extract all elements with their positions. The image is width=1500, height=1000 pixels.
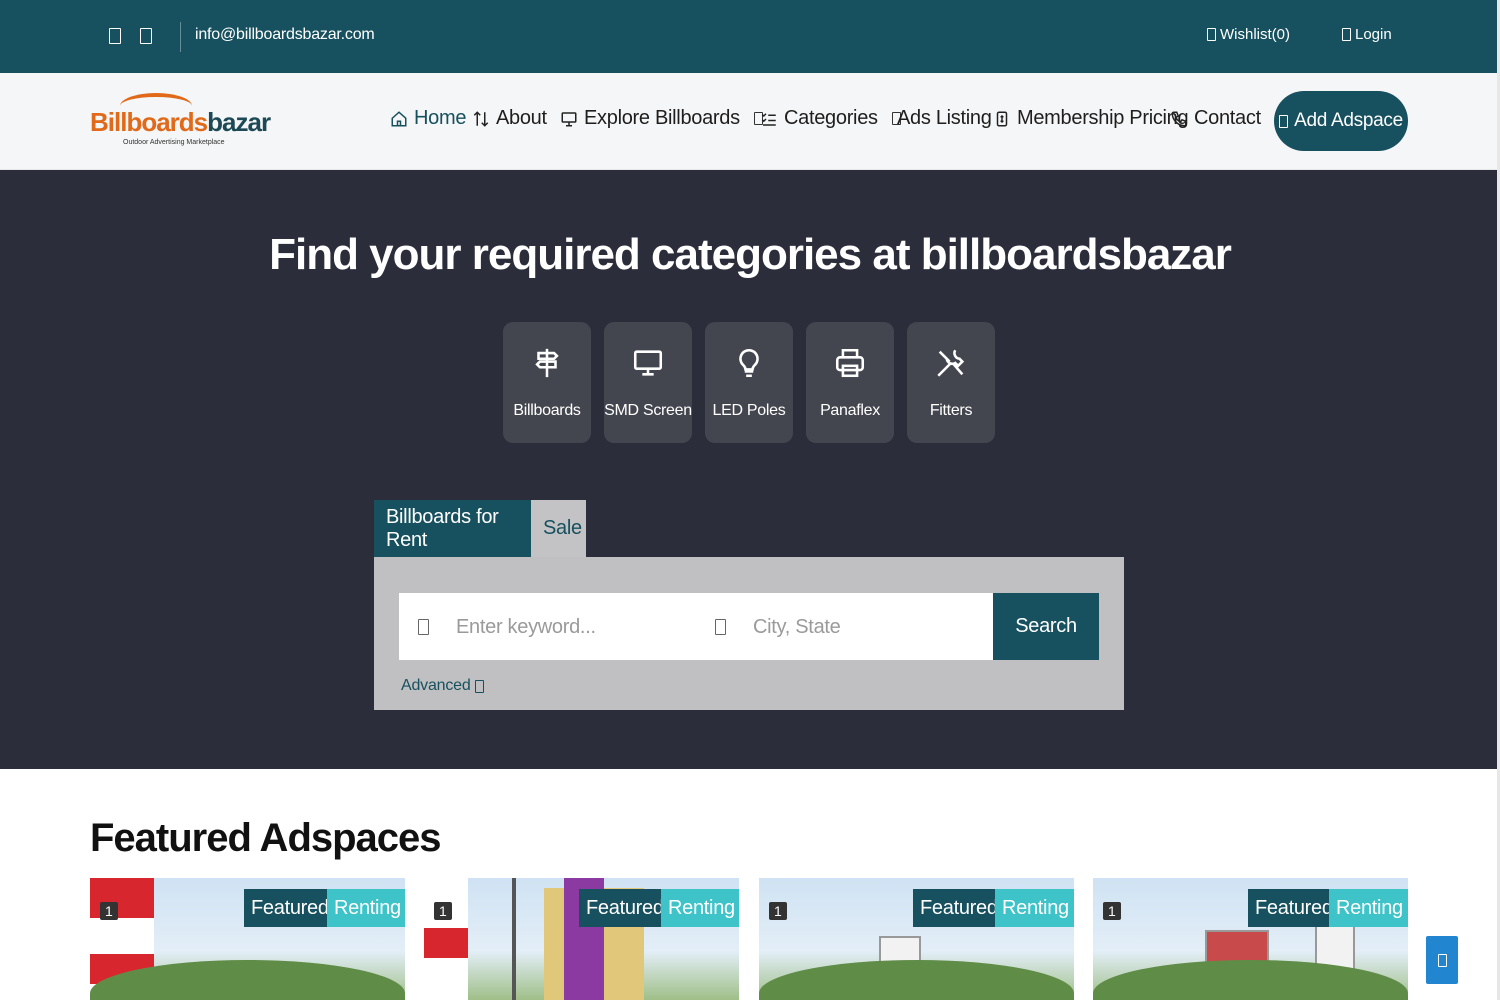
renting-badge: Renting bbox=[661, 889, 739, 927]
nav-home-label: Home bbox=[414, 107, 467, 129]
facebook-icon[interactable] bbox=[109, 28, 121, 44]
bill-icon bbox=[996, 111, 1008, 126]
search-row: Search bbox=[399, 593, 1099, 660]
featured-badge: Featured bbox=[244, 889, 336, 927]
renting-badge: Renting bbox=[327, 889, 405, 927]
search-panel: Search Advanced bbox=[374, 557, 1124, 710]
lightbulb-icon bbox=[739, 348, 759, 378]
instagram-icon[interactable] bbox=[140, 28, 152, 44]
chevron-down-icon bbox=[474, 679, 484, 693]
plus-icon bbox=[1279, 114, 1289, 128]
card-image-pole bbox=[512, 878, 516, 1000]
keyword-input[interactable] bbox=[456, 607, 686, 647]
hero-title: Find your required categories at billboa… bbox=[269, 230, 1232, 279]
monitor-icon bbox=[633, 350, 663, 376]
top-bar: info@billboardsbazar.com Wishlist(0) Log… bbox=[0, 0, 1500, 73]
user-icon bbox=[1342, 28, 1351, 41]
nav-membership-pricing[interactable]: Membership Pricing bbox=[993, 107, 1189, 130]
nav-home[interactable]: Home bbox=[390, 107, 466, 130]
advanced-label: Advanced bbox=[401, 677, 471, 694]
nav-ads-listing[interactable]: Ads Listing bbox=[897, 107, 992, 130]
location-icon bbox=[715, 619, 726, 635]
category-fitters[interactable]: Fitters bbox=[907, 322, 995, 443]
contact-email[interactable]: info@billboardsbazar.com bbox=[195, 26, 375, 44]
nav-categories[interactable]: Categories bbox=[760, 107, 901, 130]
card-image-overlay bbox=[424, 928, 468, 958]
photo-count: 1 bbox=[769, 902, 787, 920]
featured-badge: Featured bbox=[913, 889, 1005, 927]
photo-count: 1 bbox=[1103, 902, 1121, 920]
category-billboards[interactable]: Billboards bbox=[503, 322, 591, 443]
featured-card[interactable]: 1 Featured Renting bbox=[424, 878, 739, 1000]
printer-icon bbox=[835, 348, 865, 378]
featured-title: Featured Adspaces bbox=[90, 816, 442, 860]
hero-section: Find your required categories at billboa… bbox=[0, 170, 1500, 769]
scroll-to-top-button[interactable] bbox=[1426, 936, 1458, 984]
featured-badge: Featured bbox=[1248, 889, 1340, 927]
category-list: Billboards SMD Screen LED Poles Panaflex… bbox=[503, 322, 995, 443]
nav-categories-label: Categories bbox=[784, 107, 878, 129]
photo-count: 1 bbox=[100, 902, 118, 920]
tab-sale[interactable]: Sale bbox=[531, 500, 586, 557]
category-label: Panaflex bbox=[820, 402, 880, 419]
main-header: Billboardsbazar Outdoor Advertising Mark… bbox=[0, 73, 1500, 170]
nav-about-label: About bbox=[496, 107, 547, 129]
photo-count: 1 bbox=[434, 902, 452, 920]
heart-icon bbox=[1207, 28, 1216, 41]
add-adspace-button[interactable]: Add Adspace bbox=[1274, 91, 1408, 151]
arrow-up-icon bbox=[1437, 953, 1447, 967]
tab-rent[interactable]: Billboards for Rent bbox=[374, 500, 531, 557]
nav-membership-label: Membership Pricing bbox=[1017, 107, 1189, 129]
nav-explore-billboards[interactable]: Explore Billboards bbox=[560, 107, 763, 130]
category-label: SMD Screen bbox=[604, 402, 692, 419]
nav-about[interactable]: About bbox=[472, 107, 547, 130]
featured-card[interactable]: 1 Featured Renting bbox=[90, 878, 405, 1000]
wishlist-link[interactable]: Wishlist(0) bbox=[1207, 26, 1290, 43]
signpost-icon bbox=[535, 348, 559, 378]
search-button[interactable]: Search bbox=[993, 593, 1099, 660]
location-input[interactable] bbox=[753, 607, 983, 647]
featured-card[interactable]: 1 Featured Renting bbox=[1093, 878, 1408, 1000]
category-smd-screen[interactable]: SMD Screen bbox=[604, 322, 692, 443]
search-icon bbox=[418, 619, 429, 635]
nav-explore-label: Explore Billboards bbox=[584, 107, 740, 129]
add-adspace-label: Add Adspace bbox=[1294, 110, 1403, 131]
nav-ads-label: Ads Listing bbox=[897, 107, 992, 129]
login-link[interactable]: Login bbox=[1342, 26, 1392, 43]
category-label: Fitters bbox=[929, 402, 973, 419]
featured-badge: Featured bbox=[579, 889, 671, 927]
renting-badge: Renting bbox=[995, 889, 1074, 927]
nav-contact[interactable]: Contact bbox=[1170, 107, 1261, 130]
nav-contact-label: Contact bbox=[1194, 107, 1261, 129]
category-label: Billboards bbox=[513, 402, 581, 419]
renting-badge: Renting bbox=[1329, 889, 1408, 927]
monitor-icon bbox=[561, 111, 577, 126]
divider bbox=[180, 22, 181, 52]
list-check-icon bbox=[761, 112, 776, 126]
advanced-search-toggle[interactable]: Advanced bbox=[401, 677, 484, 695]
login-label: Login bbox=[1355, 26, 1392, 43]
logo-tagline: Outdoor Advertising Marketplace bbox=[123, 139, 225, 146]
category-panaflex[interactable]: Panaflex bbox=[806, 322, 894, 443]
home-icon bbox=[391, 110, 407, 126]
phone-icon bbox=[1171, 111, 1187, 127]
category-led-poles[interactable]: LED Poles bbox=[705, 322, 793, 443]
featured-card[interactable]: 1 Featured Renting bbox=[759, 878, 1074, 1000]
category-label: LED Poles bbox=[712, 402, 786, 419]
search-tabs: Billboards for Rent Sale bbox=[374, 500, 586, 557]
tools-icon bbox=[937, 349, 965, 377]
wishlist-label: Wishlist(0) bbox=[1220, 26, 1290, 43]
arrows-icon bbox=[473, 110, 489, 127]
